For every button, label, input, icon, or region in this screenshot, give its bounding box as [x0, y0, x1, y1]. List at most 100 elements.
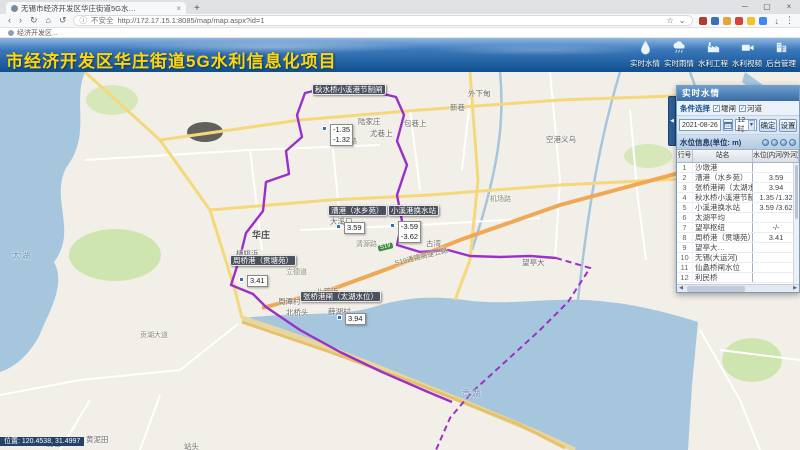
extension-icon[interactable]: [735, 17, 743, 25]
extension-icon[interactable]: [699, 17, 707, 25]
station-dot-icon[interactable]: [322, 126, 327, 131]
extension-icon[interactable]: [759, 17, 767, 25]
station-marker-label[interactable]: 秋水桥小溪港节制闸: [312, 84, 386, 95]
nav-item-2[interactable]: 实时雨情: [662, 40, 696, 69]
water-level-section-header: 水位信息(单位: m): [677, 135, 799, 150]
bookmark-item[interactable]: 经济开发区...: [17, 28, 58, 38]
map-label-road: 机场路: [490, 194, 511, 204]
forward-icon[interactable]: ›: [19, 15, 22, 26]
nav-item-label: 水利工程: [698, 58, 728, 69]
refresh-icon[interactable]: ↻: [30, 15, 38, 26]
cell-station-name: 利民桥: [693, 273, 753, 282]
close-button[interactable]: ×: [778, 0, 800, 14]
table-row[interactable]: 10无锡(大运河): [677, 253, 799, 263]
nav-item-1[interactable]: 实时水情: [628, 40, 662, 69]
station-dot-icon[interactable]: [239, 277, 244, 282]
chevron-down-icon[interactable]: ▼: [748, 120, 755, 131]
history-icon[interactable]: ↺: [59, 15, 67, 26]
table-row[interactable]: 6太湖平均: [677, 213, 799, 223]
maximize-button[interactable]: ▢: [756, 0, 778, 14]
table-row[interactable]: 8周桥港（贯塘苑）3.41: [677, 233, 799, 243]
panel-title[interactable]: 实时水情: [677, 86, 799, 101]
cell-row-number: 3: [677, 183, 693, 192]
station-marker-label[interactable]: 漕港（水乡苑）: [328, 205, 387, 216]
hour-select[interactable]: 12时 ▼: [735, 119, 757, 131]
map-label-town: 北桥头: [286, 307, 309, 318]
station-dot-icon[interactable]: [337, 315, 342, 320]
checkbox-weir-gate[interactable]: ✓ 堰闸: [713, 103, 736, 114]
scroll-right-icon[interactable]: ▶: [791, 285, 799, 292]
station-marker-label[interactable]: 周桥港（贯塘苑）: [230, 255, 296, 266]
url-text[interactable]: http://172.17.15.1:8085/map/map.aspx?id=…: [118, 16, 663, 25]
new-tab-button[interactable]: +: [194, 3, 200, 14]
camera-icon: [740, 40, 755, 57]
table-row[interactable]: 2漕港（水乡苑）3.59: [677, 173, 799, 183]
station-dot-icon[interactable]: [390, 223, 395, 228]
url-omnibox[interactable]: ⓘ 不安全 http://172.17.15.1:8085/map/map.as…: [73, 15, 693, 26]
station-dot-icon[interactable]: [336, 224, 341, 229]
bookmark-star-icon[interactable]: ☆: [667, 16, 674, 25]
map-label-town: 外下甸: [468, 88, 491, 99]
tab-close-icon[interactable]: ×: [176, 4, 181, 13]
station-marker-label[interactable]: 小溪港换水站: [388, 205, 439, 216]
minimize-button[interactable]: ─: [734, 0, 756, 14]
realtime-water-panel: 实时水情 条件选择 ✓ 堰闸 ✓ 河道 2021-08-26 12时 ▼ 确定 …: [676, 85, 800, 293]
table-row[interactable]: 7望亭枢纽-/-: [677, 223, 799, 233]
nav-item-5[interactable]: 后台管理: [764, 40, 798, 69]
station-marker-label[interactable]: 张桥港闸（太湖水位）: [300, 291, 381, 302]
cell-station-name: 漕港（水乡苑）: [693, 173, 753, 182]
table-row[interactable]: 12利民桥: [677, 273, 799, 283]
map-label-town: 尤巷上: [370, 128, 393, 139]
back-icon[interactable]: ‹: [8, 15, 11, 26]
export-icon[interactable]: [780, 139, 787, 146]
panel-collapse-handle[interactable]: ◀: [668, 96, 676, 146]
cell-row-number: 6: [677, 213, 693, 222]
cell-station-name: 秋水桥小溪港节制…: [693, 193, 753, 202]
checkbox-river[interactable]: ✓ 河道: [739, 103, 762, 114]
park-area: [722, 338, 782, 382]
map-label-town: 包巷上: [404, 118, 427, 129]
browser-tab[interactable]: 无锡市经济开发区华庄街道5G水… ×: [6, 2, 186, 14]
table-row[interactable]: 1沙墩港: [677, 163, 799, 173]
scroll-left-icon[interactable]: ◀: [677, 285, 685, 292]
confirm-button[interactable]: 确定: [759, 119, 777, 132]
checkbox-icon[interactable]: ✓: [713, 105, 720, 112]
refresh-icon[interactable]: [771, 139, 778, 146]
nav-item-3[interactable]: 水利工程: [696, 40, 730, 69]
locate-icon[interactable]: [762, 139, 769, 146]
close-icon[interactable]: [789, 139, 796, 146]
table-row[interactable]: 4秋水桥小溪港节制…1.35 /1.32: [677, 193, 799, 203]
nav-item-label: 水利视频: [732, 58, 762, 69]
cell-row-number: 4: [677, 193, 693, 202]
extension-icon[interactable]: [723, 17, 731, 25]
nav-item-4[interactable]: 水利视频: [730, 40, 764, 69]
header-nav-menu: 实时水情实时雨情水利工程水利视频后台管理: [628, 40, 798, 69]
map-label-road: 清源路: [356, 239, 377, 249]
date-input[interactable]: 2021-08-26: [679, 119, 721, 131]
table-row[interactable]: 5小溪港换水站3.59 /3.62: [677, 203, 799, 213]
extension-icon[interactable]: [747, 17, 755, 25]
dropdown-chevron-icon[interactable]: ⌄: [679, 16, 686, 25]
horizontal-scrollbar[interactable]: ◀ ▶: [677, 284, 799, 292]
vertical-scrollbar[interactable]: [793, 163, 799, 284]
condition-row: 条件选择 ✓ 堰闸 ✓ 河道: [677, 101, 799, 116]
settings-button[interactable]: 设置: [779, 119, 797, 132]
page-header-banner: 市经济开发区华庄街道5G水利信息化项目 实时水情实时雨情水利工程水利视频后台管理: [0, 38, 800, 72]
scrollbar-thumb[interactable]: [687, 286, 745, 292]
table-row[interactable]: 3张桥港闸（太湖水…3.94: [677, 183, 799, 193]
download-icon[interactable]: ↓: [775, 16, 780, 26]
extension-icon[interactable]: [711, 17, 719, 25]
scrollbar-thumb[interactable]: [795, 165, 798, 219]
cell-row-number: 12: [677, 273, 693, 282]
calendar-icon[interactable]: [723, 119, 733, 131]
table-row[interactable]: 9望亭大…: [677, 243, 799, 253]
checkbox-icon[interactable]: ✓: [739, 105, 746, 112]
table-row[interactable]: 11仙蠡桥闸水位: [677, 263, 799, 273]
home-icon[interactable]: ⌂: [46, 15, 51, 26]
browser-menu-icon[interactable]: ⋮: [785, 15, 794, 26]
site-info-icon[interactable]: ⓘ: [80, 15, 88, 26]
station-value-box: 3.59: [344, 222, 365, 234]
browser-nav-buttons: ‹ › ↻ ⌂ ↺: [8, 15, 67, 26]
browser-address-bar: ‹ › ↻ ⌂ ↺ ⓘ 不安全 http://172.17.15.1:8085/…: [0, 14, 800, 28]
water-level-table: 行号 站名 水位(内河/外河) 1沙墩港2漕港（水乡苑）3.593张桥港闸（太湖…: [677, 150, 799, 292]
